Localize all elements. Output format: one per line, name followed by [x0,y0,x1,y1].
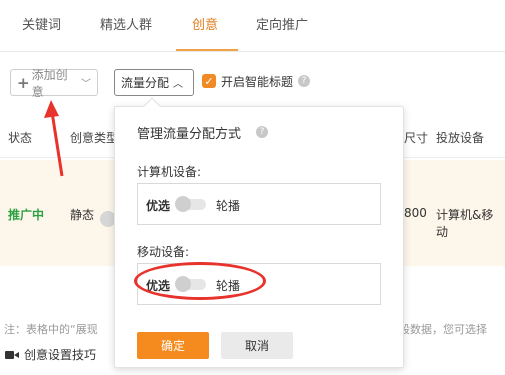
video-camera-icon [5,350,19,360]
mobile-option-rotate: 轮播 [216,279,241,293]
chevron-up-icon: ︿ [173,79,184,90]
help-icon[interactable]: ? [256,126,268,138]
row-creative-type: 静态 [70,208,95,222]
mobile-option-optimal: 优选 [146,279,171,293]
pc-option-rotate: 轮播 [216,199,241,213]
plus-icon: + [17,73,30,92]
creative-tips-label: 创意设置技巧 [24,348,97,362]
traffic-allocation-popover: 管理流量分配方式 ? 计算机设备: 优选 轮播 移动设备: 优选 轮播 确定 取… [114,106,404,368]
tab-keywords[interactable]: 关键词 [22,14,61,33]
cancel-button[interactable]: 取消 [221,332,293,359]
creative-tips-link[interactable]: 创意设置技巧 [5,346,96,363]
popover-title: 管理流量分配方式 [137,127,242,142]
tab-audience[interactable]: 精选人群 [100,14,152,33]
header-device: 投放设备 [436,131,485,145]
mobile-device-setting: 优选 轮播 [137,263,381,305]
header-status: 状态 [8,131,33,145]
mobile-allocation-switch[interactable] [175,276,206,292]
smart-title-checkbox[interactable]: ✓ [202,74,216,88]
tab-targeting[interactable]: 定向推广 [256,14,308,33]
pc-device-label: 计算机设备: [137,165,202,179]
help-icon[interactable]: ? [298,75,310,87]
confirm-button[interactable]: 确定 [137,332,209,359]
table-note: 注：表格中的“展现 [4,323,98,336]
add-creative-button[interactable]: + 添加创意 ﹀ [10,68,98,99]
tab-bar: 关键词 精选人群 创意 定向推广 [0,0,505,52]
row-status: 推广中 [8,208,45,222]
chevron-down-icon: ﹀ [81,79,91,90]
row-size: 800 [404,206,427,220]
traffic-allocation-button[interactable]: 流量分配 ︿ [114,69,194,96]
header-size: 尺寸 [404,131,429,145]
pc-allocation-switch[interactable] [175,196,206,212]
row-device: 计算机&移动 [436,208,494,239]
mobile-device-label: 移动设备: [137,245,190,259]
header-creative-type: 创意类型 [70,131,119,145]
pc-option-optimal: 优选 [146,199,171,213]
active-tab-indicator [176,49,238,51]
add-creative-label: 添加创意 [31,67,68,99]
toolbar: + 添加创意 ﹀ 流量分配 ︿ ✓ 开启智能标题 ? [0,60,505,104]
traffic-allocation-label: 流量分配 [121,76,170,90]
pc-device-setting: 优选 轮播 [137,183,381,225]
tab-creative[interactable]: 创意 [192,14,218,33]
smart-title-label: 开启智能标题 [221,75,294,89]
